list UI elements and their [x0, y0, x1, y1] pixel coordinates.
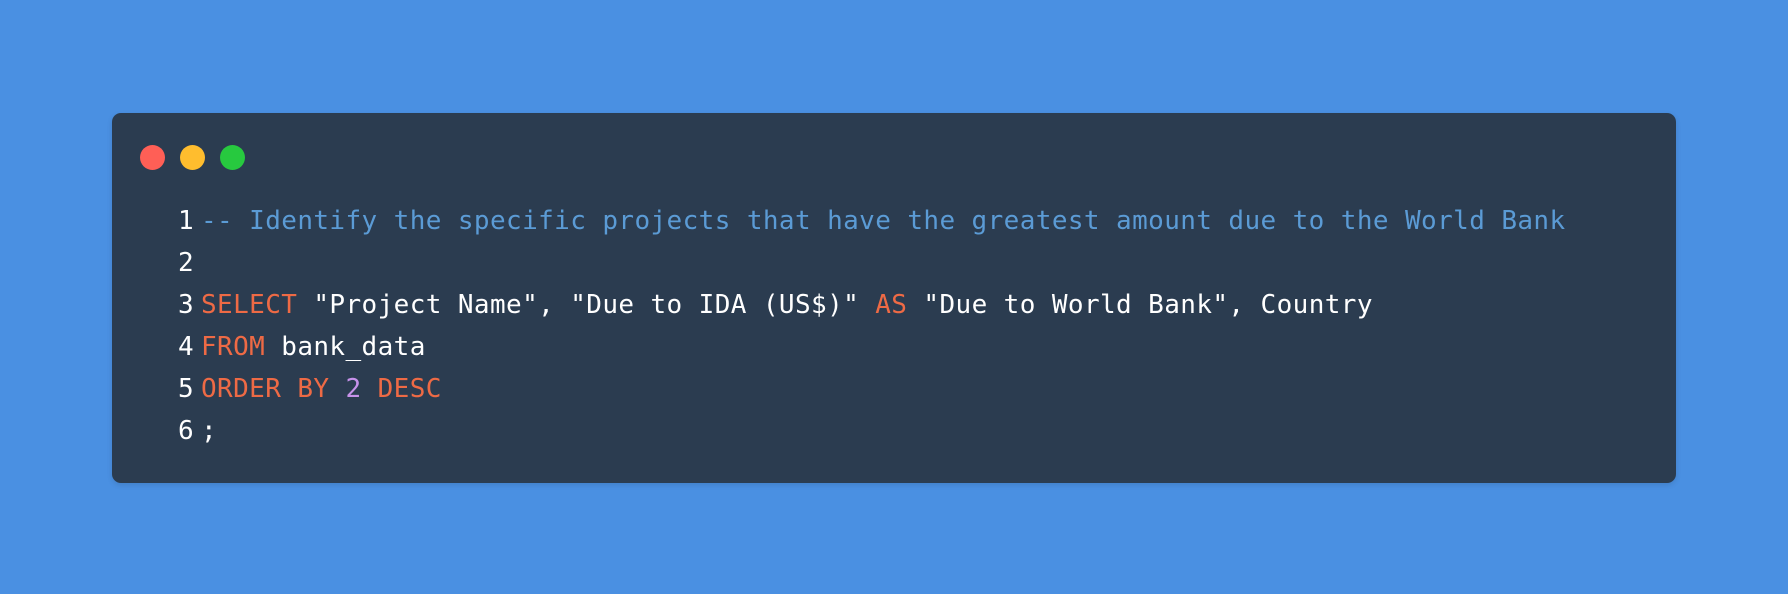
line-content: ORDER BY 2 DESC: [201, 374, 442, 404]
line-number: 4: [177, 332, 194, 362]
maximize-icon[interactable]: [220, 145, 245, 170]
keyword-token: SELECT: [201, 290, 298, 320]
keyword-token: FROM: [201, 332, 266, 362]
text-token: "Project Name", "Due to IDA (US$)": [297, 290, 876, 320]
code-line: 2: [170, 242, 1668, 284]
text-token: ;: [201, 416, 218, 446]
line-number: 3: [177, 290, 194, 320]
text-token: bank_data: [265, 332, 426, 362]
code-line: 3 SELECT "Project Name", "Due to IDA (US$…: [170, 284, 1668, 326]
keyword-token: ORDER BY: [201, 374, 330, 404]
close-icon[interactable]: [140, 145, 165, 170]
line-number: 1: [177, 206, 194, 236]
comment-token: -- Identify the specific projects that h…: [201, 206, 1566, 236]
keyword-token: DESC: [377, 374, 442, 404]
code-line: 5 ORDER BY 2 DESC: [170, 368, 1668, 410]
code-line: 1 -- Identify the specific projects that …: [170, 200, 1668, 242]
line-number: 5: [177, 374, 194, 404]
code-window: 1 -- Identify the specific projects that …: [112, 113, 1676, 483]
line-content: ;: [201, 416, 217, 446]
keyword-token: AS: [875, 290, 908, 320]
window-controls: [140, 145, 245, 170]
minimize-icon[interactable]: [180, 145, 205, 170]
line-content: -- Identify the specific projects that h…: [201, 206, 1566, 236]
code-line: 4 FROM bank_data: [170, 326, 1668, 368]
code-block: 1 -- Identify the specific projects that …: [170, 200, 1668, 452]
line-content: FROM bank_data: [201, 332, 426, 362]
number-token: 2: [345, 374, 362, 404]
line-content: SELECT "Project Name", "Due to IDA (US$)…: [201, 290, 1373, 320]
code-line: 6;: [170, 410, 1668, 452]
text-token: "Due to World Bank", Country: [907, 290, 1373, 320]
line-number: 2: [177, 248, 194, 278]
line-number: 6: [177, 416, 194, 446]
